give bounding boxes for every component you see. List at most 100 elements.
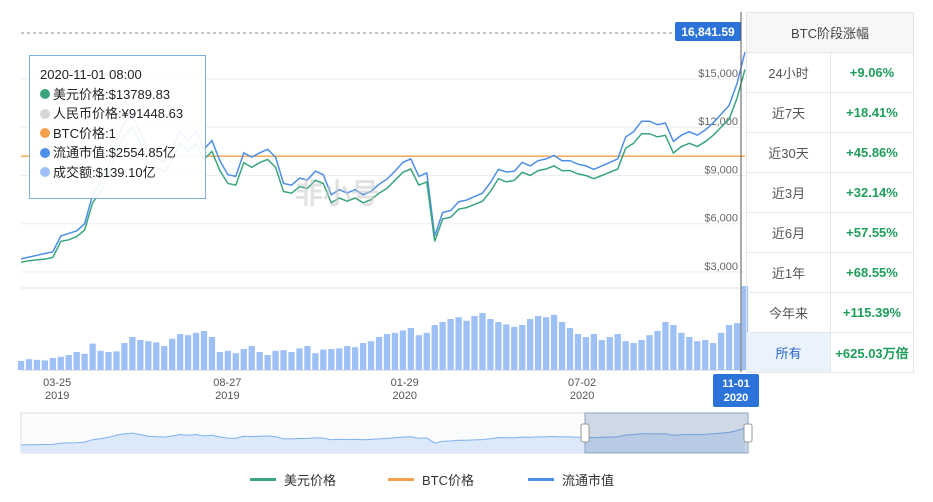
navigator-handle-right bbox=[743, 423, 753, 443]
navigator-selection bbox=[584, 412, 749, 454]
tooltip-row-usd: 美元价格:$13789.83 bbox=[40, 85, 195, 105]
volume-bar bbox=[423, 332, 430, 370]
period-label[interactable]: 近1年 bbox=[746, 252, 831, 293]
volume-bar bbox=[328, 349, 335, 370]
volume-bar bbox=[717, 332, 725, 370]
tooltip-row-btc: BTC价格:1 bbox=[40, 124, 195, 144]
tooltip-row-volume: 成交额:$139.10亿 bbox=[40, 163, 195, 183]
volume-bar bbox=[17, 361, 25, 370]
legend-line-icon bbox=[250, 478, 276, 481]
y-tick-label: $3,000 bbox=[704, 261, 738, 273]
btc-dot-icon bbox=[40, 128, 50, 139]
period-table-header: BTC阶段涨幅 bbox=[746, 12, 914, 53]
volume-bar bbox=[725, 325, 733, 370]
volume-bar bbox=[678, 332, 685, 370]
period-row[interactable]: 今年来 +115.39% bbox=[746, 292, 914, 333]
volume-bar bbox=[702, 340, 709, 370]
legend-line-icon bbox=[388, 478, 414, 481]
period-value: +68.55% bbox=[830, 252, 914, 293]
volume-bar bbox=[192, 332, 200, 370]
volume-bars bbox=[17, 286, 749, 370]
volume-bar bbox=[49, 358, 56, 370]
period-value: +45.86% bbox=[830, 132, 914, 173]
volume-bar bbox=[288, 352, 295, 370]
x-axis: 03-25201908-27201901-29202007-02202011-0… bbox=[43, 374, 759, 407]
range-slider[interactable] bbox=[20, 412, 753, 454]
mcap-dot-icon bbox=[40, 147, 50, 158]
volume-bar bbox=[169, 338, 176, 370]
period-value: +32.14% bbox=[830, 172, 914, 213]
volume-bar bbox=[407, 328, 414, 370]
volume-bar bbox=[383, 334, 391, 370]
period-label[interactable]: 近3月 bbox=[746, 172, 831, 213]
period-row[interactable]: 近7天 +18.41% bbox=[746, 92, 914, 133]
x-tick-year: 2019 bbox=[215, 390, 239, 402]
volume-bar bbox=[208, 337, 216, 370]
x-tick-label: 01-29 bbox=[391, 377, 419, 389]
x-tick-label: 08-27 bbox=[213, 377, 241, 389]
x-tick-year: 2020 bbox=[570, 390, 594, 402]
period-label[interactable]: 所有 bbox=[746, 332, 831, 373]
tooltip-date: 2020-11-01 08:00 bbox=[40, 67, 142, 82]
period-row[interactable]: 近3月 +32.14% bbox=[746, 172, 914, 213]
period-label[interactable]: 近7天 bbox=[746, 92, 831, 133]
legend-item-mcap[interactable]: 流通市值 bbox=[528, 470, 614, 489]
period-label[interactable]: 近6月 bbox=[746, 212, 831, 253]
volume-bar bbox=[455, 317, 462, 370]
volume-dot-icon bbox=[40, 167, 50, 178]
volume-bar bbox=[431, 325, 438, 370]
volume-bar bbox=[614, 334, 621, 370]
legend-line-icon bbox=[528, 478, 554, 481]
volume-bar bbox=[272, 350, 279, 370]
volume-bar bbox=[590, 334, 597, 370]
volume-bar bbox=[232, 353, 239, 370]
volume-bar bbox=[161, 346, 168, 370]
volume-bar bbox=[662, 322, 669, 370]
volume-bar bbox=[471, 316, 478, 370]
period-value: +625.03万倍 bbox=[830, 332, 914, 373]
volume-bar bbox=[121, 343, 128, 370]
y-tick-label: $15,000 bbox=[698, 68, 738, 80]
volume-bar bbox=[216, 352, 224, 370]
volume-bar bbox=[312, 353, 319, 370]
volume-bar bbox=[503, 324, 510, 370]
legend-item-usd[interactable]: 美元价格 bbox=[250, 470, 336, 489]
period-row[interactable]: 近30天 +45.86% bbox=[746, 132, 914, 173]
period-label[interactable]: 24小时 bbox=[746, 52, 831, 93]
period-value: +115.39% bbox=[830, 292, 914, 333]
period-row[interactable]: 近1年 +68.55% bbox=[746, 252, 914, 293]
volume-bar bbox=[566, 328, 574, 370]
volume-bar bbox=[367, 341, 375, 370]
volume-bar bbox=[598, 340, 605, 370]
x-highlight-date: 11-01 bbox=[722, 378, 750, 390]
volume-bar bbox=[256, 352, 263, 370]
y-tick-label: $6,000 bbox=[704, 213, 738, 225]
legend-item-btc[interactable]: BTC价格 bbox=[388, 470, 474, 489]
volume-bar bbox=[336, 348, 343, 370]
period-label[interactable]: 近30天 bbox=[746, 132, 831, 173]
volume-bar bbox=[391, 332, 399, 370]
period-row-active[interactable]: 所有 +625.03万倍 bbox=[746, 332, 914, 373]
volume-bar bbox=[304, 346, 311, 370]
volume-bar bbox=[137, 340, 144, 370]
volume-bar bbox=[495, 322, 502, 370]
volume-bar bbox=[574, 334, 582, 370]
period-row[interactable]: 近6月 +57.55% bbox=[746, 212, 914, 253]
volume-bar bbox=[264, 355, 271, 370]
x-highlight-year: 2020 bbox=[724, 392, 748, 404]
period-value: +18.41% bbox=[830, 92, 914, 133]
period-label[interactable]: 今年来 bbox=[746, 292, 831, 333]
legend-label: 流通市值 bbox=[562, 473, 615, 488]
period-row[interactable]: 24小时 +9.06% bbox=[746, 52, 914, 93]
volume-bar bbox=[359, 343, 367, 370]
volume-bar bbox=[558, 322, 566, 370]
volume-bar bbox=[153, 342, 160, 370]
x-tick-label: 07-02 bbox=[568, 377, 596, 389]
volume-bar bbox=[511, 326, 518, 370]
volume-bar bbox=[280, 350, 287, 370]
volume-bar bbox=[439, 322, 446, 370]
volume-bar bbox=[89, 343, 96, 370]
volume-bar bbox=[113, 351, 120, 370]
tooltip-row-cny: 人民币价格:¥91448.63 bbox=[40, 104, 195, 124]
tooltip-cny-price: 人民币价格:¥91448.63 bbox=[53, 106, 184, 121]
